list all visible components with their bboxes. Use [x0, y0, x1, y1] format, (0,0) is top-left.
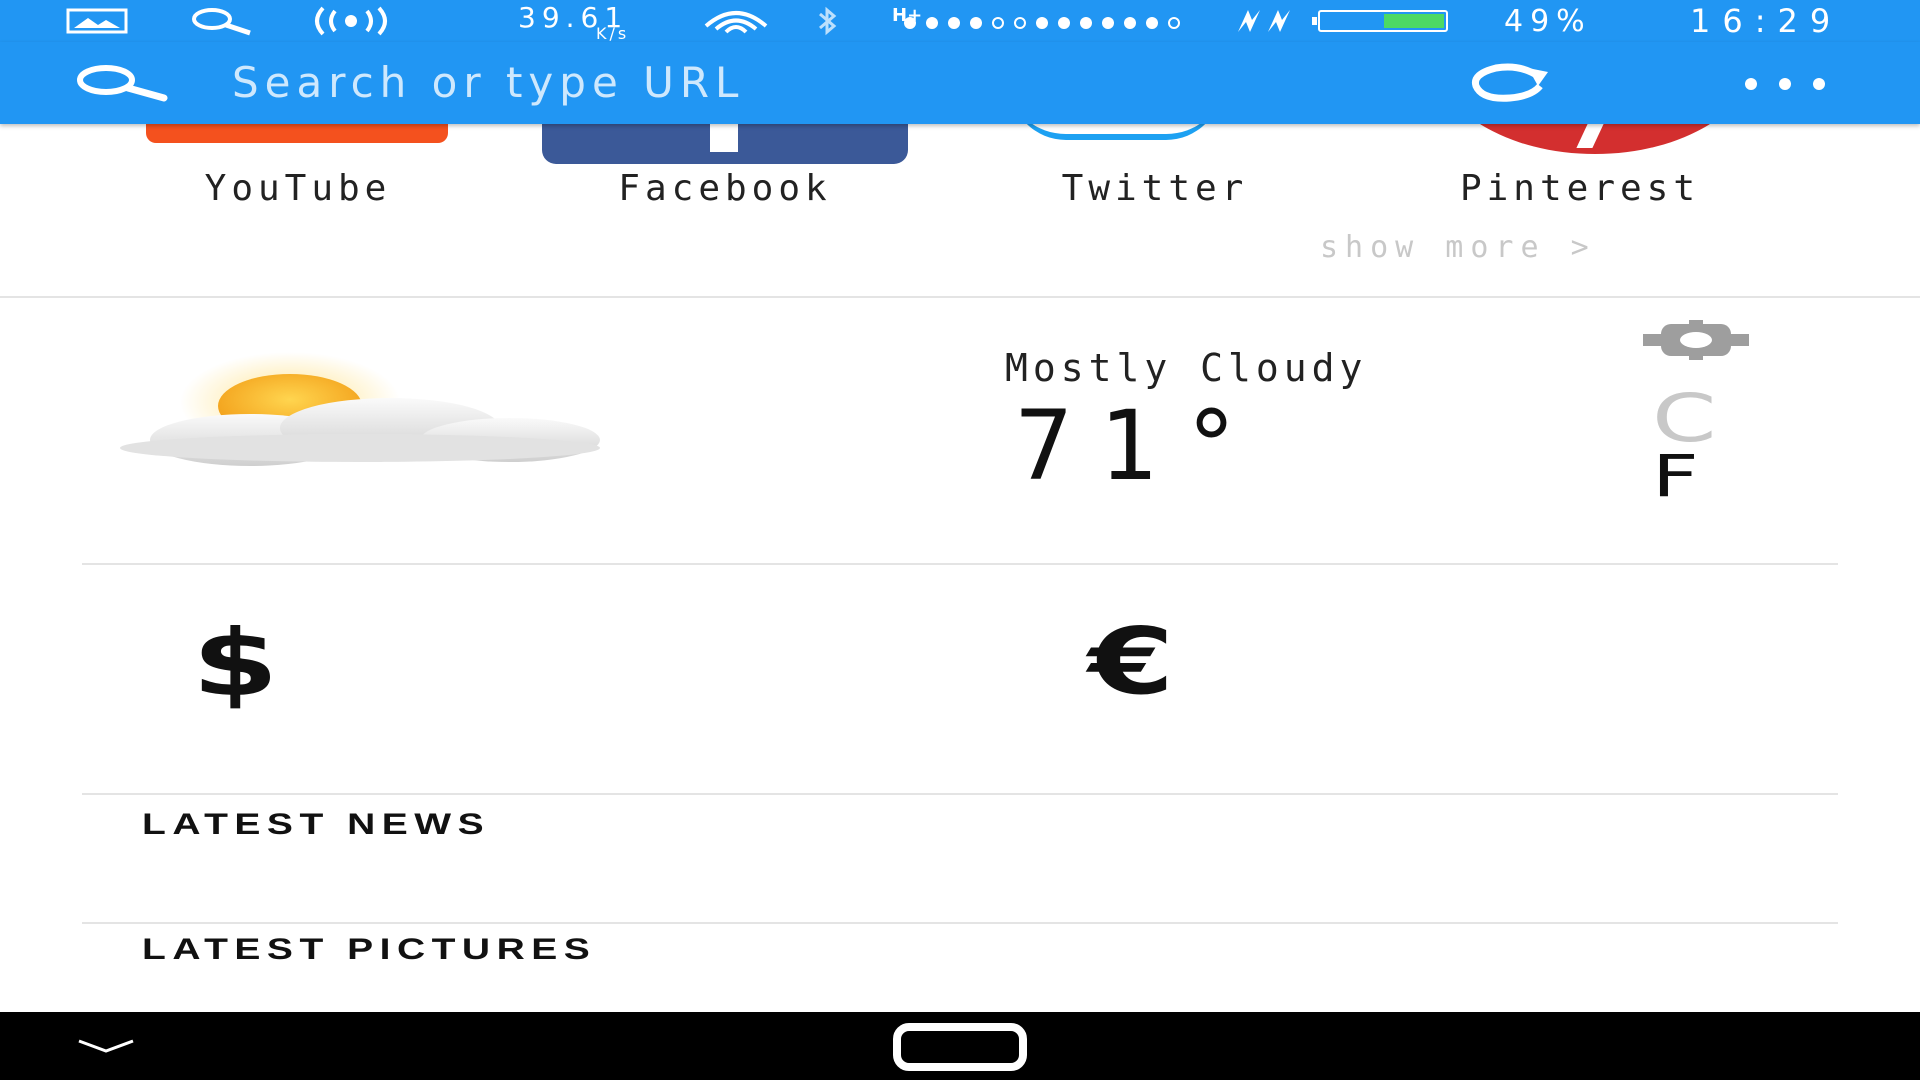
facebook-icon — [542, 124, 908, 164]
gear-icon[interactable] — [1643, 320, 1749, 364]
status-bar: 39.61 K/s H+ 49% 16:29 — [0, 0, 1920, 43]
weather-condition: Mostly Cloudy — [1005, 346, 1368, 390]
hotspot-icon — [305, 0, 397, 42]
pinterest-icon — [1434, 124, 1756, 154]
chevron-down-icon[interactable] — [76, 1038, 136, 1058]
divider — [82, 922, 1838, 924]
wifi-icon — [700, 0, 772, 42]
latest-news-heading[interactable]: LATEST NEWS — [142, 808, 490, 842]
search-icon[interactable] — [72, 64, 168, 106]
show-more-link[interactable]: show more > — [1320, 230, 1596, 265]
divider — [82, 793, 1838, 795]
charging-icon — [1224, 0, 1300, 42]
battery-percent: 49% — [1504, 3, 1592, 39]
partly-cloudy-icon — [90, 348, 690, 482]
search-icon — [188, 0, 256, 42]
more-icon[interactable] — [1742, 76, 1828, 95]
shortcut-label: YouTube — [204, 168, 392, 209]
euro-currency[interactable]: € — [1088, 608, 1174, 715]
shortcut-label: Facebook — [618, 168, 832, 209]
url-input[interactable]: Search or type URL — [232, 58, 744, 107]
latest-pictures-heading[interactable]: LATEST PICTURES — [142, 933, 596, 967]
home-icon[interactable] — [892, 1022, 1028, 1076]
signal-icon — [898, 0, 1198, 42]
dollar-currency[interactable]: $ — [192, 610, 278, 717]
navigation-bar — [0, 1012, 1920, 1080]
shortcut-label: Twitter — [1061, 168, 1249, 209]
bluetooth-icon — [812, 0, 842, 42]
fahrenheit-toggle[interactable]: F — [1652, 442, 1699, 510]
twitter-icon — [1010, 124, 1222, 142]
youtube-icon — [146, 124, 448, 143]
address-bar: Search or type URL — [0, 42, 1920, 124]
image-icon — [66, 0, 128, 42]
temperature: 71° — [1015, 390, 1267, 502]
clock-time: 16:29 — [1690, 2, 1843, 40]
divider — [0, 296, 1920, 298]
shortcut-label: Pinterest — [1459, 168, 1701, 209]
refresh-icon[interactable] — [1464, 62, 1554, 108]
divider — [82, 563, 1838, 565]
battery-icon — [1312, 0, 1448, 42]
